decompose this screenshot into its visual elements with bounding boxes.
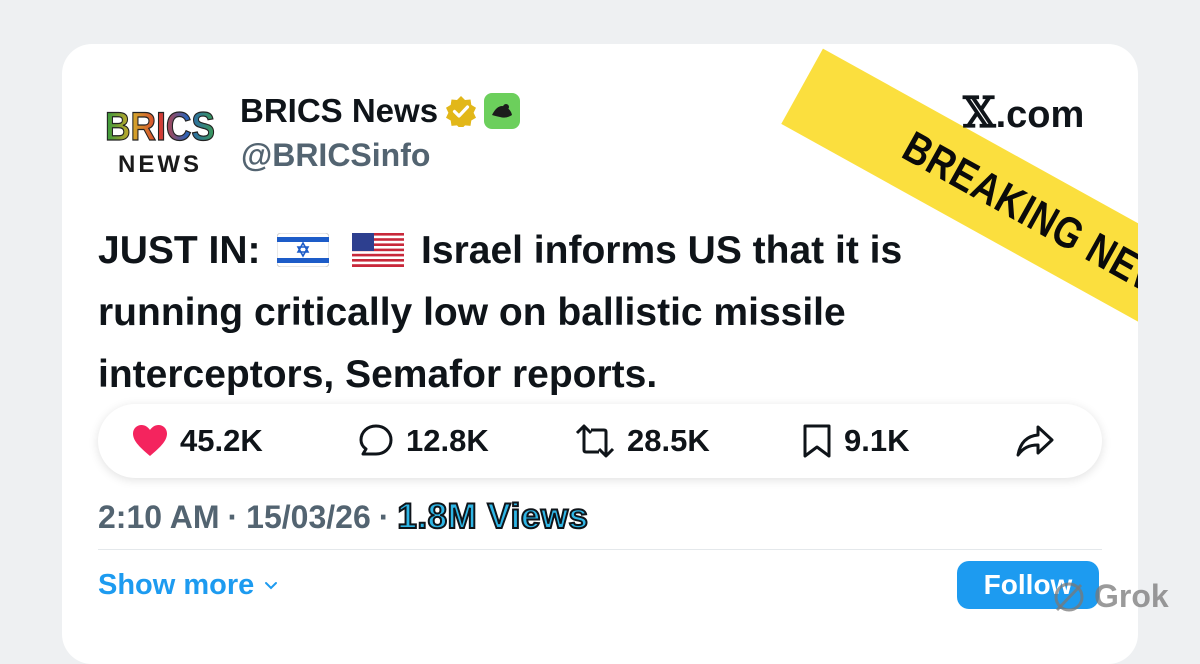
like-count: 45.2K	[180, 423, 263, 458]
heart-icon	[133, 425, 167, 456]
view-count[interactable]: 1.8M Views	[396, 496, 589, 537]
grok-logo-icon	[1054, 582, 1084, 611]
tweet-text: JUST IN: Israel informs US that it is ru…	[98, 220, 1058, 406]
reply-button[interactable]: 12.8K	[358, 404, 489, 478]
reply-icon	[359, 424, 393, 456]
israel-flag-icon	[277, 232, 330, 267]
repost-icon	[575, 424, 615, 458]
logo-bottom-text: NEWS	[118, 151, 202, 178]
gold-check-icon	[446, 96, 477, 127]
watermark-text: Grok	[1094, 578, 1169, 614]
repost-button[interactable]: 28.5K	[575, 404, 710, 478]
bookmark-icon	[803, 424, 831, 458]
repost-count: 28.5K	[627, 423, 710, 458]
chevron-down-icon	[265, 581, 278, 589]
us-flag-icon	[352, 232, 405, 267]
like-button[interactable]: 45.2K	[132, 404, 263, 478]
account-name[interactable]: BRICS News	[240, 92, 438, 130]
post-date[interactable]: 15/03/26	[246, 499, 371, 536]
show-more-link[interactable]: Show more	[98, 569, 278, 602]
logo-top-text: BRICS	[105, 105, 215, 149]
grok-watermark: Grok	[1052, 578, 1169, 615]
account-handle[interactable]: @BRICSinfo	[241, 137, 430, 174]
x-com-label: 𝕏 .com	[963, 88, 1084, 137]
account-name-row: BRICS News	[240, 92, 521, 130]
tweet-prefix: JUST IN:	[98, 229, 261, 272]
show-more-label: Show more	[98, 569, 255, 601]
divider	[98, 549, 1102, 550]
site-domain: .com	[995, 94, 1085, 136]
green-badge-icon	[484, 93, 521, 129]
engagement-bar: 45.2K 12.8K 28.5K 9.1K	[98, 404, 1102, 478]
share-button[interactable]	[1015, 404, 1055, 478]
bookmark-count: 9.1K	[844, 423, 910, 458]
x-logo-icon: 𝕏	[963, 88, 996, 137]
meta-separator: ·	[378, 498, 390, 535]
share-icon	[1016, 425, 1054, 457]
post-time: 2:10 AM	[98, 498, 220, 535]
tweet-meta: 2:10 AM · 15/03/26 · 1.8M Views	[98, 496, 589, 537]
bookmark-button[interactable]: 9.1K	[802, 404, 909, 478]
brics-news-logo[interactable]: BRICS NEWS	[103, 100, 217, 178]
meta-separator: ·	[227, 498, 239, 535]
reply-count: 12.8K	[406, 423, 489, 458]
